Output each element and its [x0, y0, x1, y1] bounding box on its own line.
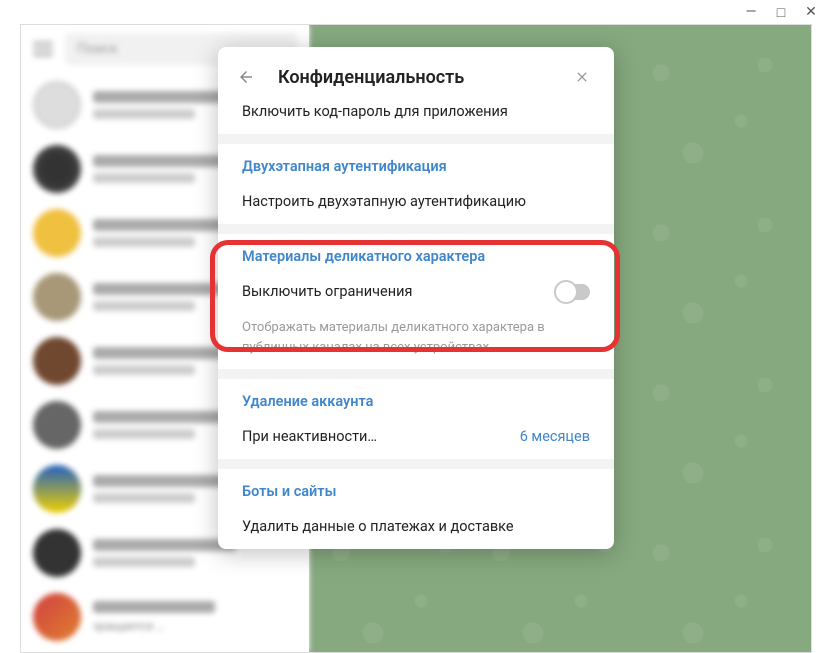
bots-section-title: Боты и сайты — [218, 469, 614, 508]
window-maximize-button[interactable]: □ — [766, 2, 796, 22]
avatar — [33, 337, 81, 385]
section-divider — [218, 134, 614, 144]
avatar — [33, 593, 81, 641]
two-step-setup-row[interactable]: Настроить двухэтапную аутентификацию — [218, 183, 614, 224]
delete-account-section-title: Удаление аккаунта — [218, 379, 614, 418]
modal-title: Конфиденциальность — [278, 67, 570, 88]
section-divider — [218, 369, 614, 379]
avatar — [33, 81, 81, 129]
sensitive-content-hint: Отображать материалы деликатного характе… — [218, 314, 614, 369]
modal-body: Включить код-пароль для приложения Двухэ… — [218, 103, 614, 549]
arrow-left-icon — [237, 68, 255, 86]
privacy-settings-modal: Конфиденциальность Включить код-пароль д… — [218, 47, 614, 549]
delete-inactivity-value: 6 месяцев — [520, 428, 590, 445]
close-button[interactable] — [570, 65, 594, 89]
clear-payment-data-row[interactable]: Удалить данные о платежах и доставке — [218, 508, 614, 549]
avatar — [33, 401, 81, 449]
delete-inactivity-row[interactable]: При неактивности… 6 месяцев — [218, 418, 614, 459]
chat-list-item[interactable]: зращается … — [21, 585, 309, 649]
delete-inactivity-label: При неактивности… — [242, 428, 377, 445]
modal-header: Конфиденциальность — [218, 47, 614, 103]
back-button[interactable] — [234, 65, 258, 89]
disable-filtering-row[interactable]: Выключить ограничения — [218, 273, 614, 314]
close-icon — [574, 69, 590, 85]
section-divider — [218, 224, 614, 234]
window-close-button[interactable]: ✕ — [796, 2, 826, 22]
passcode-row[interactable]: Включить код-пароль для приложения — [218, 103, 614, 134]
chat-preview-text: зращается … — [93, 619, 297, 633]
avatar — [33, 273, 81, 321]
menu-icon[interactable] — [33, 42, 53, 56]
two-step-section-title: Двухэтапная аутентификация — [218, 144, 614, 183]
avatar — [33, 209, 81, 257]
disable-filtering-toggle[interactable] — [556, 284, 590, 300]
avatar — [33, 465, 81, 513]
window-minimize-button[interactable]: — — [736, 2, 766, 22]
avatar — [33, 145, 81, 193]
section-divider — [218, 459, 614, 469]
window-controls: — □ ✕ — [736, 2, 826, 22]
avatar — [33, 529, 81, 577]
sensitive-content-section-title: Материалы деликатного характера — [218, 234, 614, 273]
disable-filtering-label: Выключить ограничения — [242, 283, 412, 300]
